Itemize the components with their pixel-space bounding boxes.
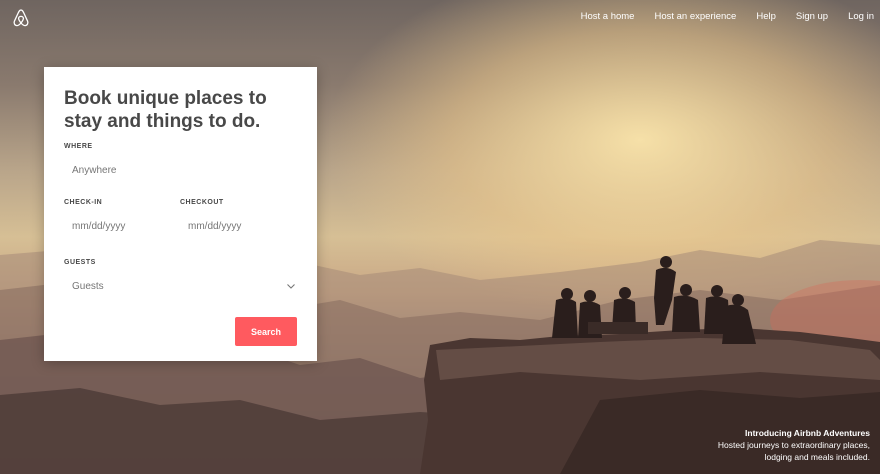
airbnb-logo-icon[interactable] bbox=[11, 8, 31, 28]
caption-line-2: lodging and meals included. bbox=[764, 452, 870, 462]
nav-host-home[interactable]: Host a home bbox=[581, 11, 635, 22]
top-navigation: Host a home Host an experience Help Sign… bbox=[0, 0, 880, 34]
guests-value: Guests bbox=[72, 280, 104, 292]
nav-sign-up[interactable]: Sign up bbox=[796, 11, 828, 22]
nav-links: Host a home Host an experience Help Sign… bbox=[561, 11, 874, 22]
checkout-label: CHECKOUT bbox=[180, 199, 224, 206]
caption-title[interactable]: Introducing Airbnb Adventures bbox=[718, 427, 870, 439]
chevron-down-icon bbox=[286, 281, 296, 291]
search-card: Book unique places to stay and things to… bbox=[44, 67, 317, 361]
search-button[interactable]: Search bbox=[235, 317, 297, 346]
search-headline: Book unique places to stay and things to… bbox=[64, 88, 267, 132]
guests-label: GUESTS bbox=[64, 259, 96, 266]
checkout-input[interactable] bbox=[188, 221, 288, 232]
nav-log-in[interactable]: Log in bbox=[848, 11, 874, 22]
where-input[interactable] bbox=[72, 165, 292, 176]
caption-line-1: Hosted journeys to extraordinary places, bbox=[717, 440, 870, 450]
nav-host-experience[interactable]: Host an experience bbox=[654, 11, 736, 22]
check-in-label: CHECK-IN bbox=[64, 199, 103, 206]
guests-select[interactable]: Guests bbox=[64, 275, 296, 297]
nav-help[interactable]: Help bbox=[756, 11, 776, 22]
check-in-input[interactable] bbox=[72, 221, 172, 232]
where-label: WHERE bbox=[64, 143, 93, 150]
adventures-caption: Introducing Airbnb Adventures Hosted jou… bbox=[718, 427, 870, 463]
